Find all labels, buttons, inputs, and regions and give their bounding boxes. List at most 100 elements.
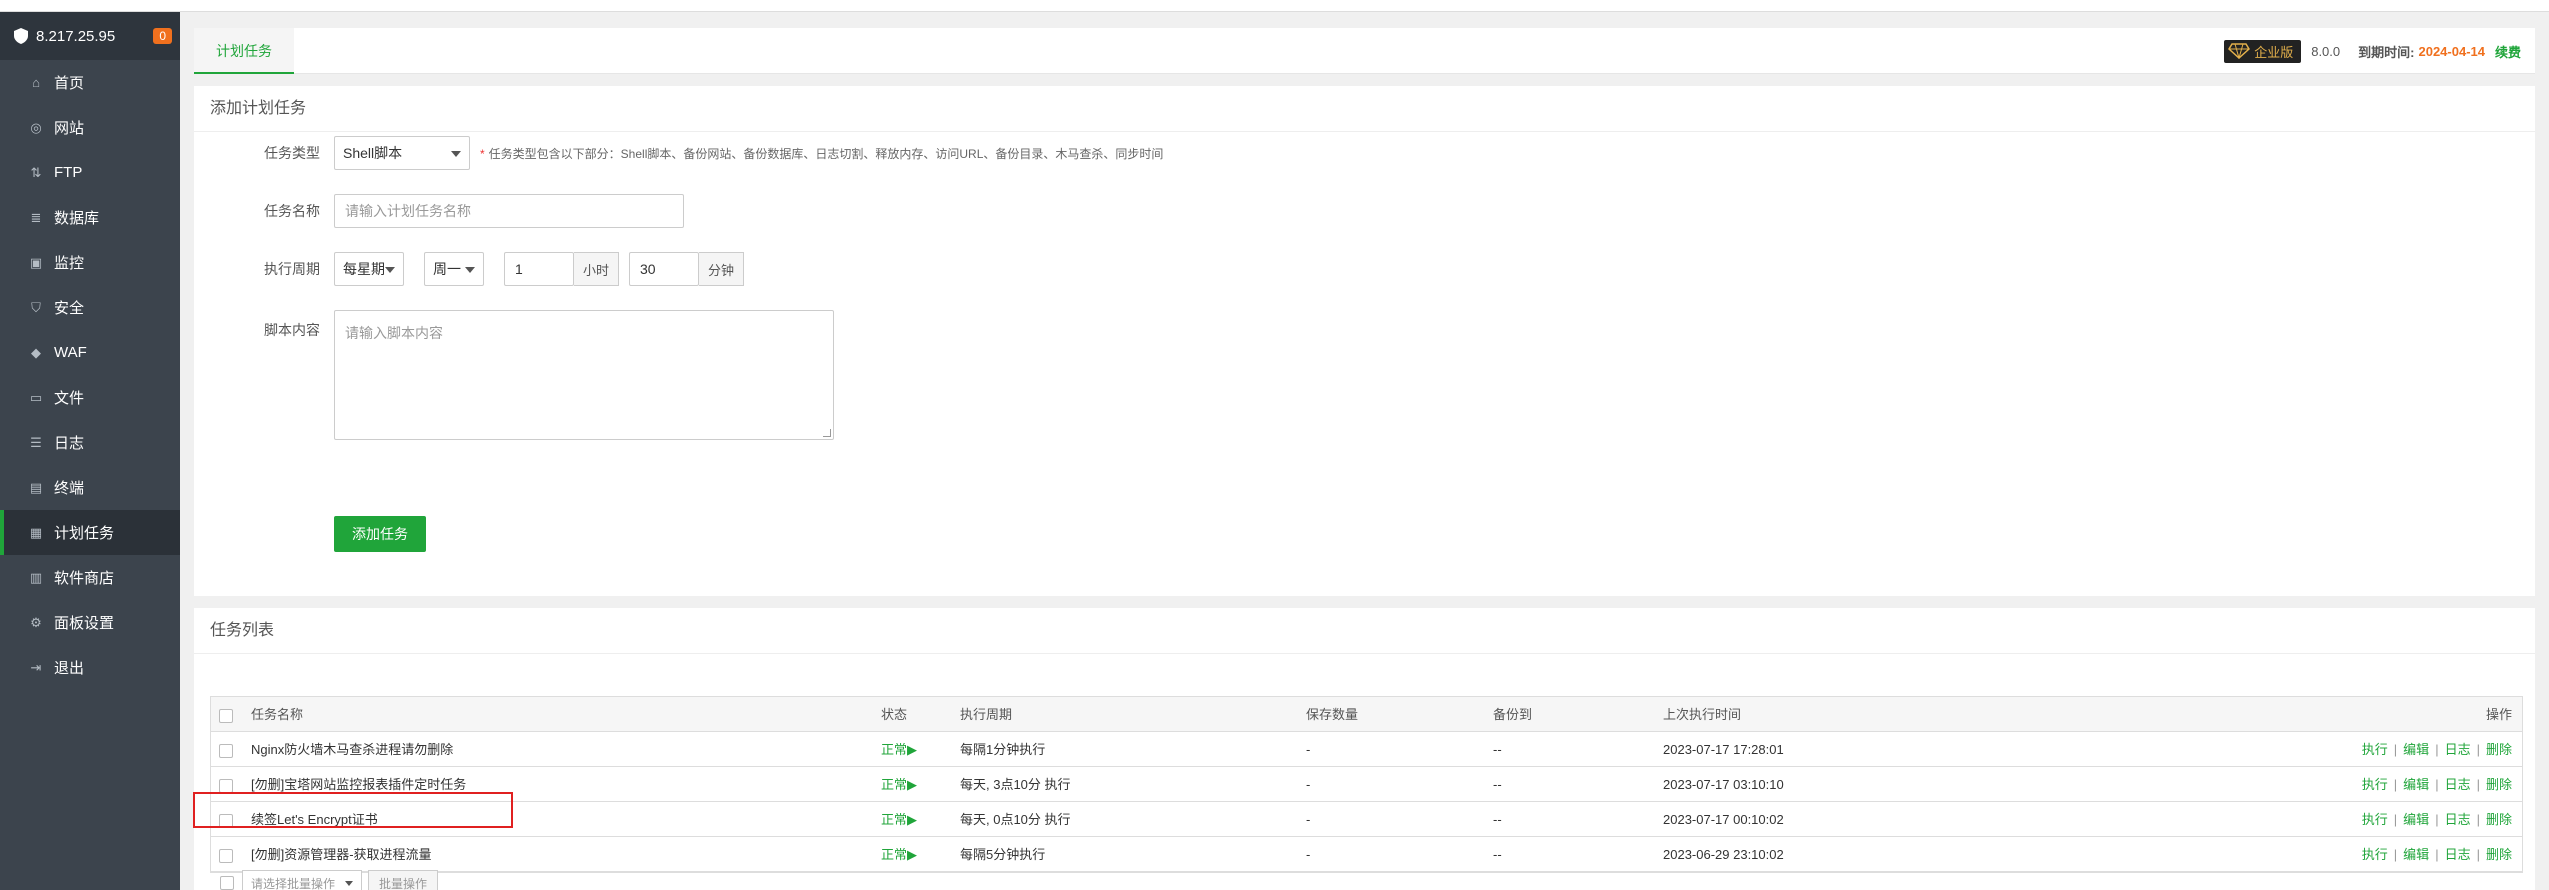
row-checkbox[interactable] (219, 743, 233, 758)
sidebar-brand: 8.217.25.95 0 (0, 12, 180, 60)
run-link[interactable]: 执行 (2362, 777, 2388, 792)
run-link[interactable]: 执行 (2362, 812, 2388, 827)
home-icon: ⌂ (32, 75, 40, 90)
sidebar-item-label: WAF (54, 344, 87, 361)
required-star: * (480, 146, 485, 161)
row-checkbox[interactable] (219, 778, 233, 793)
edit-link[interactable]: 编辑 (2403, 812, 2429, 827)
server-ip: 8.217.25.95 (36, 27, 116, 45)
sidebar-item-label: 软件商店 (54, 570, 115, 587)
status-cell[interactable]: 正常▶ (881, 732, 917, 767)
delete-link[interactable]: 删除 (2486, 742, 2512, 757)
log-link[interactable]: 日志 (2445, 742, 2471, 757)
add-task-button[interactable]: 添加任务 (334, 516, 426, 552)
action-separator: | (2393, 847, 2398, 862)
script-placeholder: 请输入脚本内容 (345, 325, 443, 341)
weekday-select[interactable]: 周一 (424, 252, 484, 286)
action-separator: | (2476, 777, 2480, 792)
col-period: 执行周期 (960, 707, 1013, 722)
batch-action-placeholder: 请选择批量操作 (251, 876, 336, 890)
panel-version: 8.0.0 (2311, 43, 2341, 59)
folder-icon: ▭ (29, 389, 43, 405)
sidebar-item-10[interactable]: ▦ 计划任务 (0, 510, 180, 555)
last-run-cell: 2023-06-29 23:10:02 (1663, 847, 1784, 862)
status-cell[interactable]: 正常▶ (881, 802, 917, 837)
col-ops: 操作 (2485, 707, 2512, 722)
last-run-cell: 2023-07-17 17:28:01 (1663, 742, 1784, 757)
task-list-panel: 任务列表 任务名称 状态 执行周期 保存数量 备份到 上次执行时间 操作 Ngi… (194, 608, 2535, 890)
delete-link[interactable]: 删除 (2486, 777, 2512, 792)
last-run-cell: 2023-07-17 03:10:10 (1663, 777, 1784, 792)
action-separator: | (2435, 742, 2439, 757)
action-separator: | (2476, 847, 2480, 862)
sidebar-item-6[interactable]: ◆ WAF (0, 330, 180, 375)
notification-badge[interactable]: 0 (153, 28, 172, 44)
table-row: 续签Let's Encrypt证书 正常▶ 每天, 0点10分 执行 - -- 2023-… (211, 802, 2522, 837)
sidebar-item-label: FTP (54, 164, 83, 181)
globe-icon: ◎ (30, 119, 42, 135)
period-cell: 每天, 3点10分 执行 (960, 777, 1071, 792)
calendar-icon: ▦ (29, 524, 43, 540)
sidebar-item-label: 文件 (54, 390, 85, 407)
sidebar-item-8[interactable]: ☰ 日志 (0, 420, 180, 465)
sidebar-item-7[interactable]: ▭ 文件 (0, 375, 180, 420)
edit-link[interactable]: 编辑 (2403, 777, 2429, 792)
sidebar-item-2[interactable]: ⇅ FTP (0, 150, 180, 195)
edit-link[interactable]: 编辑 (2403, 847, 2429, 862)
action-separator: | (2393, 742, 2398, 757)
sidebar-item-3[interactable]: ≣ 数据库 (0, 195, 180, 240)
sidebar-item-0[interactable]: ⌂ 首页 (0, 60, 180, 105)
task-name-input[interactable]: 请输入计划任务名称 (334, 194, 684, 228)
period-row: 执行周期 每星期 周一 1 小时 30 分钟 (194, 252, 754, 286)
col-name[interactable]: 任务名称 (251, 697, 303, 732)
add-task-title: 添加计划任务 (194, 86, 2535, 132)
log-link[interactable]: 日志 (2445, 812, 2471, 827)
select-all-checkbox[interactable] (219, 708, 233, 723)
backup-cell: -- (1493, 777, 1502, 792)
col-keep: 保存数量 (1306, 707, 1359, 722)
batch-action-select[interactable]: 请选择批量操作 (242, 870, 363, 890)
period-type-select[interactable]: 每星期 (334, 252, 404, 286)
log-link[interactable]: 日志 (2445, 777, 2471, 792)
hour-input[interactable]: 1 (504, 252, 574, 286)
resize-handle-icon[interactable] (823, 429, 831, 437)
run-link[interactable]: 执行 (2362, 847, 2388, 862)
delete-link[interactable]: 删除 (2486, 847, 2512, 862)
row-checkbox[interactable] (219, 848, 233, 863)
sidebar-item-4[interactable]: ▣ 监控 (0, 240, 180, 285)
batch-bar: 请选择批量操作 批量操作 (220, 870, 439, 890)
period-cell: 每隔5分钟执行 (960, 847, 1046, 862)
edition-label: 企业版 (2254, 44, 2294, 60)
period-cell: 每隔1分钟执行 (960, 742, 1046, 757)
task-type-hint-text: 任务类型包含以下部分：Shell脚本、备份网站、备份数据库、日志切割、释放内存、… (488, 146, 1164, 161)
sidebar-item-1[interactable]: ◎ 网站 (0, 105, 180, 150)
period-cell: 每天, 0点10分 执行 (960, 812, 1071, 827)
tab-crontab[interactable]: 计划任务 (194, 28, 294, 74)
row-actions: 执行 | 编辑 | 日志 | 删除 (2362, 732, 2512, 767)
renew-link[interactable]: 续费 (2495, 42, 2521, 61)
action-separator: | (2393, 777, 2398, 792)
edit-link[interactable]: 编辑 (2403, 742, 2429, 757)
run-link[interactable]: 执行 (2362, 742, 2388, 757)
batch-select-checkbox[interactable] (220, 876, 234, 890)
batch-action-button[interactable]: 批量操作 (368, 870, 439, 890)
row-checkbox-cell (219, 732, 233, 767)
task-list-title: 任务列表 (194, 608, 2535, 654)
sidebar-item-9[interactable]: ▤ 终端 (0, 465, 180, 510)
sidebar-item-5[interactable]: ⛉ 安全 (0, 285, 180, 330)
row-actions: 执行 | 编辑 | 日志 | 删除 (2362, 837, 2512, 872)
sidebar-item-12[interactable]: ⚙ 面板设置 (0, 600, 180, 645)
sidebar-item-13[interactable]: ⇥ 退出 (0, 645, 180, 690)
sidebar-item-11[interactable]: ▥ 软件商店 (0, 555, 180, 600)
script-textarea[interactable]: 请输入脚本内容 (334, 310, 834, 440)
task-type-select[interactable]: Shell脚本 (334, 136, 470, 170)
minute-input[interactable]: 30 (629, 252, 700, 286)
edition-badge[interactable]: 企业版 (2224, 39, 2302, 63)
log-link[interactable]: 日志 (2445, 847, 2471, 862)
task-table: 任务名称 状态 执行周期 保存数量 备份到 上次执行时间 操作 Nginx防火墙… (210, 696, 2523, 873)
status-cell[interactable]: 正常▶ (881, 767, 917, 802)
delete-link[interactable]: 删除 (2486, 812, 2512, 827)
action-separator: | (2435, 812, 2439, 827)
status-cell[interactable]: 正常▶ (881, 837, 917, 872)
sidebar-item-label: 日志 (54, 435, 85, 452)
